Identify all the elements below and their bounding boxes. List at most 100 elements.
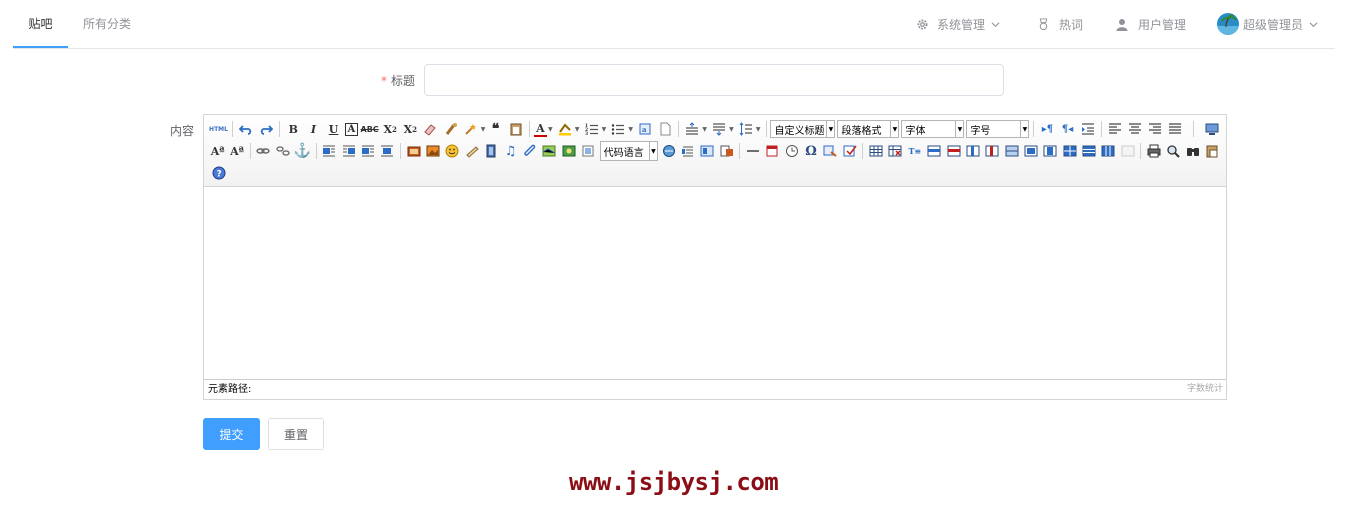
chart-icon[interactable] <box>1120 142 1136 160</box>
horizontal-rule-icon[interactable] <box>745 142 761 160</box>
align-left-icon[interactable] <box>1106 120 1123 138</box>
user-management-menu[interactable]: 用户管理 <box>1116 0 1186 48</box>
insert-image-icon[interactable] <box>425 142 441 160</box>
indent-icon[interactable] <box>1079 120 1096 138</box>
hot-words-menu[interactable]: 热词 <box>1038 0 1083 48</box>
edit-tip-icon[interactable] <box>842 142 858 160</box>
insert-col-icon[interactable] <box>965 142 981 160</box>
background-icon[interactable] <box>699 142 715 160</box>
delete-row-icon[interactable] <box>945 142 961 160</box>
blockquote-icon[interactable]: ❝ <box>487 120 504 138</box>
merge-down-icon[interactable] <box>1042 142 1058 160</box>
word-count[interactable]: 字数统计 <box>1187 380 1223 399</box>
row-spacing-top-dropdown-icon[interactable]: ▼ <box>702 126 707 133</box>
insert-paragraph-before-table-icon[interactable]: T≡ <box>907 142 923 160</box>
admin-menu[interactable]: 超级管理员 <box>1217 0 1318 48</box>
background-color-dropdown-icon[interactable]: ▼ <box>575 126 580 133</box>
font-color-dropdown-icon[interactable]: ▼ <box>548 126 553 133</box>
font-color-icon[interactable]: A <box>534 122 547 137</box>
superscript-icon[interactable]: X2 <box>382 120 399 138</box>
scrawl-icon[interactable] <box>464 142 480 160</box>
format-painter-icon[interactable] <box>442 120 459 138</box>
unlink-icon[interactable] <box>274 142 290 160</box>
underline-icon[interactable]: U <box>325 120 342 138</box>
split-cols-icon[interactable] <box>1100 142 1116 160</box>
preview-icon[interactable] <box>1165 142 1181 160</box>
system-menu[interactable]: 系统管理 <box>916 0 1000 48</box>
row-spacing-bottom-dropdown-icon[interactable]: ▼ <box>729 126 734 133</box>
reset-button[interactable]: 重置 <box>268 418 324 450</box>
search-replace-icon[interactable] <box>822 142 838 160</box>
image-left-icon[interactable] <box>341 142 357 160</box>
unordered-list-dropdown-icon[interactable]: ▼ <box>628 126 633 133</box>
code-language-select[interactable]: 代码语言 ▼ <box>599 141 658 161</box>
paragraph-format-select[interactable]: 段落格式 ▼ <box>837 120 900 138</box>
background-color-icon[interactable] <box>556 120 573 138</box>
print-icon[interactable] <box>1146 142 1162 160</box>
eraser-icon[interactable] <box>422 120 439 138</box>
auto-format-icon[interactable] <box>462 120 479 138</box>
ordered-list-dropdown-icon[interactable]: ▼ <box>602 126 607 133</box>
unordered-list-icon[interactable] <box>610 120 627 138</box>
case-lower-icon[interactable]: Aª <box>229 142 245 160</box>
bold-icon[interactable]: B <box>285 120 302 138</box>
editor-content-area[interactable] <box>204 187 1226 379</box>
align-right-icon[interactable] <box>1147 120 1164 138</box>
italic-icon[interactable]: I <box>305 120 322 138</box>
image-center-icon[interactable] <box>379 142 395 160</box>
custom-title-select[interactable]: 自定义标题 ▼ <box>770 120 836 138</box>
font-size-select[interactable]: 字号 ▼ <box>966 120 1030 138</box>
insert-frame-icon[interactable] <box>580 142 596 160</box>
search-icon[interactable] <box>1185 142 1201 160</box>
font-border-icon[interactable]: A <box>345 122 358 136</box>
ordered-list-icon[interactable]: 123 <box>583 120 600 138</box>
redo-icon[interactable] <box>258 120 275 138</box>
paste-plain-icon[interactable] <box>507 120 524 138</box>
simple-upload-icon[interactable] <box>406 142 422 160</box>
music-icon[interactable]: ♫ <box>502 142 518 160</box>
align-justify-icon[interactable] <box>1167 120 1184 138</box>
html-source-icon[interactable]: HTML <box>209 120 228 138</box>
font-family-select[interactable]: 字体 ▼ <box>901 120 965 138</box>
clear-doc-icon[interactable] <box>657 120 674 138</box>
direction-ltr-icon[interactable]: ▸¶ <box>1039 120 1056 138</box>
attachment-icon[interactable] <box>522 142 538 160</box>
subscript-icon[interactable]: X2 <box>402 120 419 138</box>
delete-table-icon[interactable] <box>887 142 903 160</box>
row-spacing-bottom-icon[interactable] <box>710 120 727 138</box>
draft-icon[interactable] <box>1204 142 1220 160</box>
image-none-icon[interactable] <box>321 142 337 160</box>
emotion-icon[interactable] <box>444 142 460 160</box>
align-center-icon[interactable] <box>1126 120 1143 138</box>
help-icon[interactable]: ? <box>210 164 228 182</box>
wordimage-icon[interactable] <box>719 142 735 160</box>
insert-date-icon[interactable] <box>764 142 780 160</box>
fullscreen-icon[interactable] <box>1203 120 1220 138</box>
image-right-icon[interactable] <box>360 142 376 160</box>
map-icon[interactable] <box>541 142 557 160</box>
insert-time-icon[interactable] <box>784 142 800 160</box>
anchor-icon[interactable]: ⚓ <box>294 142 311 160</box>
tab-all-categories[interactable]: 所有分类 <box>83 0 131 48</box>
auto-format-dropdown-icon[interactable]: ▼ <box>481 126 486 133</box>
delete-col-icon[interactable] <box>984 142 1000 160</box>
special-chars-icon[interactable]: Ω <box>803 142 819 160</box>
split-cells-icon[interactable] <box>1061 142 1077 160</box>
select-all-icon[interactable]: a <box>636 120 653 138</box>
strikethrough-icon[interactable]: ABC <box>361 120 379 138</box>
undo-icon[interactable] <box>237 120 254 138</box>
case-upper-icon[interactable]: Aª <box>210 142 226 160</box>
link-icon[interactable] <box>255 142 271 160</box>
template-icon[interactable] <box>680 142 696 160</box>
direction-rtl-icon[interactable]: ¶◂ <box>1059 120 1076 138</box>
submit-button[interactable]: 提交 <box>203 418 260 450</box>
merge-right-icon[interactable] <box>1023 142 1039 160</box>
line-height-icon[interactable] <box>737 120 754 138</box>
gmap-icon[interactable] <box>560 142 576 160</box>
insert-row-icon[interactable] <box>926 142 942 160</box>
insert-table-icon[interactable] <box>868 142 884 160</box>
split-rows-icon[interactable] <box>1081 142 1097 160</box>
tab-tieba[interactable]: 贴吧 <box>13 0 68 48</box>
row-spacing-top-icon[interactable] <box>684 120 701 138</box>
line-height-dropdown-icon[interactable]: ▼ <box>756 126 761 133</box>
